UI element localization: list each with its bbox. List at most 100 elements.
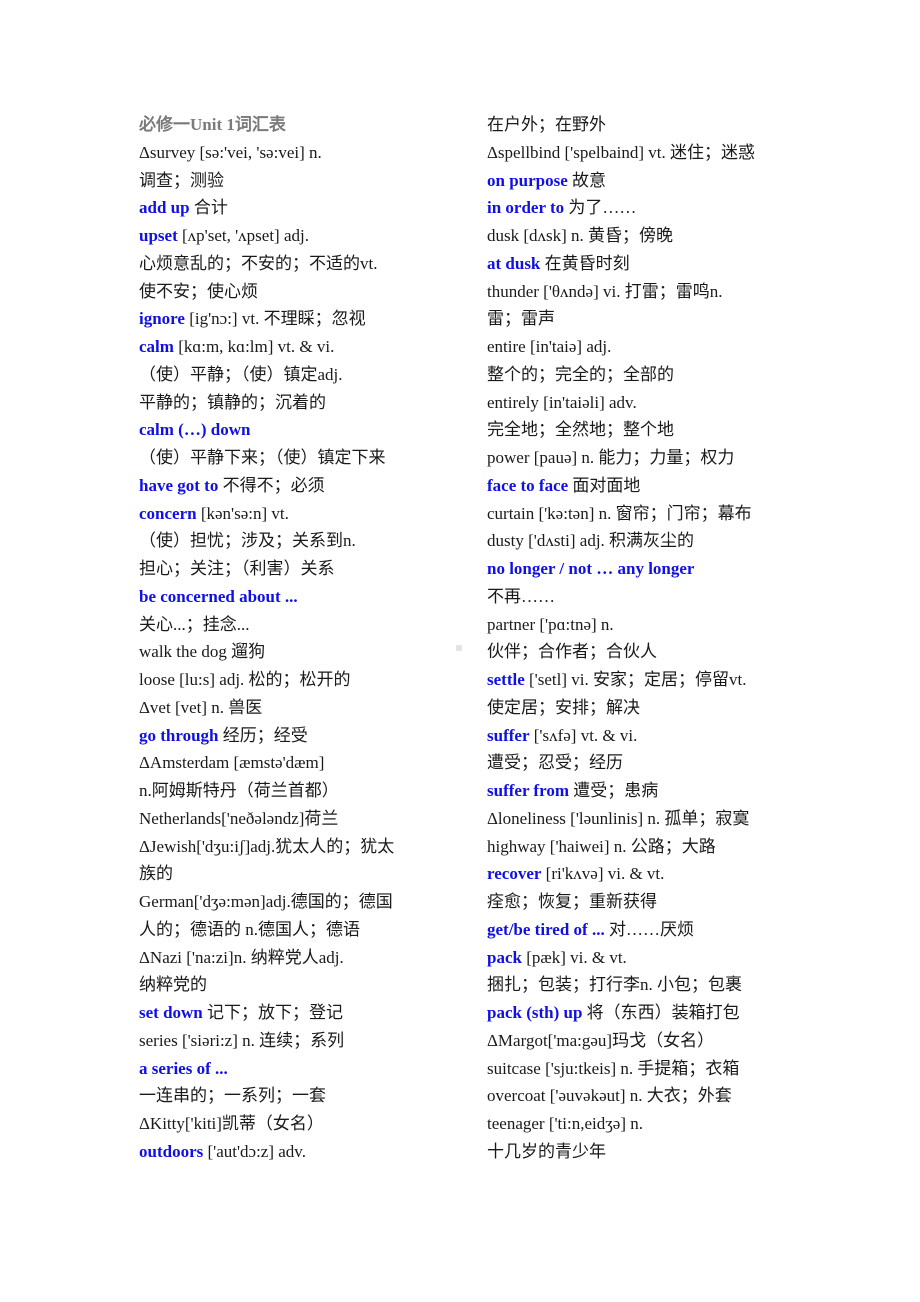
vocab-definition: [pæk] vi. & vt. <box>521 947 627 967</box>
vocab-keyword: at dusk <box>487 253 541 273</box>
vocab-definition: walk the dog 遛狗 <box>139 642 266 662</box>
vocab-line: 在户外；在野外 <box>487 111 797 139</box>
vocab-line: 遭受；忍受；经历 <box>487 749 797 777</box>
right-column: 在户外；在野外 Δspellbind ['spelbaind] vt. 迷住；迷惑… <box>487 111 797 1166</box>
vocab-definition: 经历；经受 <box>218 725 308 745</box>
vocab-definition: 对……厌烦 <box>604 919 694 939</box>
vocab-line: 人的；德语的 n.德国人；德语 <box>139 916 439 944</box>
vocab-definition: 为了…… <box>564 198 637 218</box>
vocab-line: outdoors ['aut'dɔ:z] adv. <box>139 1138 439 1166</box>
vocab-keyword: calm (…) down <box>139 420 251 440</box>
document-title: 必修一Unit 1词汇表 <box>139 115 286 134</box>
vocab-line: highway ['haiwei] n. 公路；大路 <box>487 833 797 861</box>
vocab-definition: ['aut'dɔ:z] adv. <box>203 1141 306 1161</box>
vocab-keyword: pack <box>487 947 522 967</box>
vocab-definition: overcoat ['əuvəkəut] n. 大衣；外套 <box>487 1086 732 1106</box>
vocab-keyword: recover <box>487 864 542 884</box>
vocab-definition: （使）担忧；涉及；关系到n. <box>139 531 356 551</box>
vocab-line: 完全地；全然地；整个地 <box>487 416 797 444</box>
vocab-definition: 心烦意乱的；不安的；不适的vt. <box>139 253 378 273</box>
vocab-keyword: concern <box>139 503 197 523</box>
vocab-definition: teenager ['ti:n,eidʒə] n. <box>487 1114 643 1133</box>
vocab-definition: 不得不；必须 <box>218 475 325 495</box>
vocab-line: 关心...；挂念... <box>139 611 439 639</box>
vocab-definition: 遭受；忍受；经历 <box>487 753 623 773</box>
vocab-definition: 痊愈；恢复；重新获得 <box>487 892 657 911</box>
vocab-line: add up 合计 <box>139 194 439 222</box>
right-vocab-list: 在户外；在野外 Δspellbind ['spelbaind] vt. 迷住；迷惑… <box>487 111 797 1166</box>
vocab-definition: Δloneliness ['ləunlinis] n. 孤单；寂寞 <box>487 808 750 828</box>
vocab-line: 一连串的；一系列；一套 <box>139 1082 439 1110</box>
vocab-line: 雷；雷声 <box>487 305 797 333</box>
vocab-definition: （使）平静；（使）镇定adj. <box>139 364 343 384</box>
vocab-definition: 使定居；安排；解决 <box>487 697 640 717</box>
vocab-keyword: on purpose <box>487 170 568 190</box>
vocab-definition: 不再…… <box>487 586 555 606</box>
vocab-definition: 十几岁的青少年 <box>487 1141 606 1161</box>
vocab-line: teenager ['ti:n,eidʒə] n. <box>487 1110 797 1138</box>
vocab-line: ΔNazi ['na:zi]n. 纳粹党人adj. <box>139 944 439 972</box>
vocab-line: loose [lu:s] adj. 松的；松开的 <box>139 666 439 694</box>
vocab-line: dusk [dʌsk] n. 黄昏；傍晚 <box>487 222 797 250</box>
vocab-definition: ΔKitty['kiti]凯蒂（女名） <box>139 1114 324 1133</box>
vocab-definition: 捆扎；包装；打行李n. 小包；包裹 <box>487 975 742 995</box>
vocab-line: get/be tired of ... 对……厌烦 <box>487 916 797 944</box>
vocab-line: 痊愈；恢复；重新获得 <box>487 888 797 916</box>
vocab-line: pack [pæk] vi. & vt. <box>487 944 797 972</box>
vocab-keyword: suffer <box>487 725 530 745</box>
vocab-line: ΔAmsterdam [æmstə'dæm] <box>139 749 439 777</box>
vocab-definition: German['dʒə:mən]adj.德国的；德国 <box>139 892 393 911</box>
vocab-line: dusty ['dʌsti] adj. 积满灰尘的 <box>487 527 797 555</box>
vocab-keyword: a series of ... <box>139 1058 228 1078</box>
vocab-keyword: go through <box>139 725 219 745</box>
vocab-keyword: settle <box>487 670 525 689</box>
vocab-definition: 记下；放下；登记 <box>202 1003 344 1022</box>
vocab-line: German['dʒə:mən]adj.德国的；德国 <box>139 888 439 916</box>
vocab-line: ΔJewish['dʒu:iʃ]adj.犹太人的；犹太 <box>139 833 439 861</box>
vocab-keyword: no longer / not … any longer <box>487 559 695 578</box>
vocab-line: be concerned about ... <box>139 583 439 611</box>
vocab-definition: 遭受；患病 <box>569 781 659 800</box>
vocab-line: suffer ['sʌfə] vt. & vi. <box>487 722 797 750</box>
vocab-definition: partner ['pɑ:tnə] n. <box>487 614 614 634</box>
vocab-definition: [ig'nɔ:] vt. 不理睬；忽视 <box>184 309 366 329</box>
vocab-keyword: add up <box>139 198 190 218</box>
vocab-definition: Δvet [vet] n. 兽医 <box>139 697 263 717</box>
vocab-definition: 人的；德语的 n.德国人；德语 <box>139 919 360 939</box>
vocab-definition: ΔMargot['ma:gəu]玛戈（女名） <box>487 1030 715 1050</box>
vocab-line: Δspellbind ['spelbaind] vt. 迷住；迷惑 <box>487 139 797 167</box>
vocab-line: 心烦意乱的；不安的；不适的vt. <box>139 250 439 278</box>
vocab-keyword: have got to <box>139 475 219 495</box>
vocab-definition: thunder ['θʌndə] vi. 打雷；雷鸣n. <box>487 281 723 301</box>
vocab-keyword: outdoors <box>139 1141 204 1161</box>
vocab-definition: curtain ['kə:tən] n. 窗帘；门帘；幕布 <box>487 503 752 523</box>
vocab-definition: suitcase ['sju:tkeis] n. 手提箱；衣箱 <box>487 1058 740 1078</box>
vocab-definition: series ['siəri:z] n. 连续；系列 <box>139 1030 345 1050</box>
vocab-definition: ['sʌfə] vt. & vi. <box>529 725 638 745</box>
vocab-line: Δloneliness ['ləunlinis] n. 孤单；寂寞 <box>487 805 797 833</box>
vocab-definition: ΔNazi ['na:zi]n. 纳粹党人adj. <box>139 947 344 967</box>
vocab-line: suffer from 遭受；患病 <box>487 777 797 805</box>
vocab-definition: 伙伴；合作者；合伙人 <box>487 642 657 662</box>
vocab-line: no longer / not … any longer <box>487 555 797 583</box>
vocab-line: partner ['pɑ:tnə] n. <box>487 611 797 639</box>
vocab-definition: 合计 <box>189 198 228 218</box>
vocab-definition: Δspellbind ['spelbaind] vt. 迷住；迷惑 <box>487 142 756 162</box>
vocab-definition: [kən'sə:n] vt. <box>196 503 289 523</box>
vocab-definition: entire [in'taiə] adj. <box>487 337 612 356</box>
vocab-line: Δvet [vet] n. 兽医 <box>139 694 439 722</box>
vocab-definition: 将（东西）装箱打包 <box>582 1003 740 1022</box>
vocab-definition: 面对面地 <box>568 475 641 495</box>
vocab-definition: 故意 <box>567 170 607 190</box>
vocab-keyword: be concerned about ... <box>139 586 298 606</box>
vocab-definition: 在户外；在野外 <box>487 115 606 134</box>
left-vocab-list: Δsurvey [sə:'vei, 'sə:vei] n. 调查；测验 add up… <box>139 139 439 1166</box>
vocab-keyword: ignore <box>139 309 185 329</box>
vocab-line: ΔKitty['kiti]凯蒂（女名） <box>139 1110 439 1138</box>
vocab-line: upset [ʌp'set, 'ʌpset] adj. <box>139 222 439 250</box>
vocab-line: ignore [ig'nɔ:] vt. 不理睬；忽视 <box>139 305 439 333</box>
vocab-line: 纳粹党的 <box>139 971 439 999</box>
vocab-definition: 关心...；挂念... <box>139 614 250 634</box>
vocab-line: Δsurvey [sə:'vei, 'sə:vei] n. <box>139 139 439 167</box>
vocab-definition: 平静的；镇静的；沉着的 <box>139 392 326 412</box>
